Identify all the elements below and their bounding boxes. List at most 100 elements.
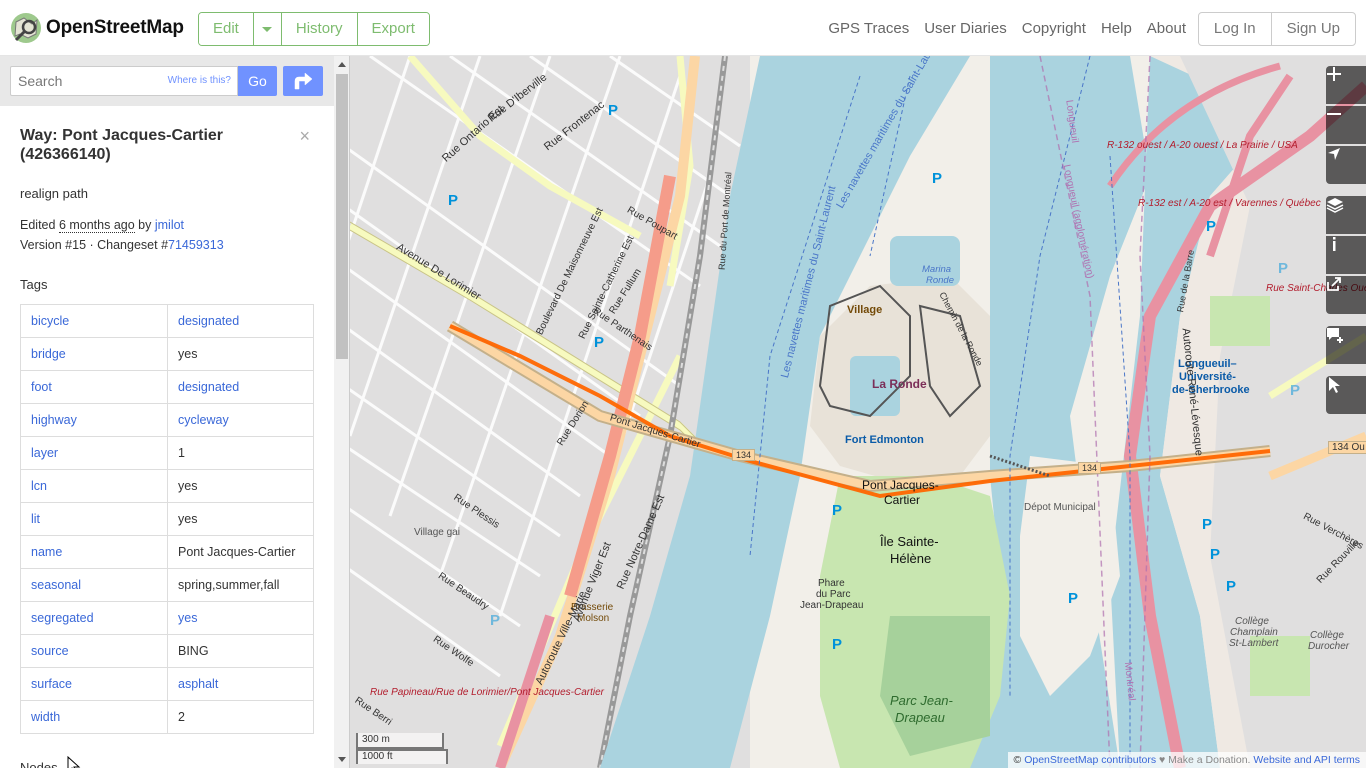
map-view[interactable]: Village La Ronde Fort Edmonton Pont Jacq… [350,56,1366,768]
map-label-college: Collège [1235,616,1269,627]
user-link[interactable]: jmilot [155,218,184,232]
map-label-phare2: du Parc [816,589,851,600]
tag-key[interactable]: bicycle [20,304,168,338]
nav-gps-traces[interactable]: GPS Traces [828,20,909,37]
go-button[interactable]: Go [238,66,277,96]
zoom-in-button[interactable] [1326,66,1366,104]
sidebar: Where is this? Go Way: Pont Jacques-Cart… [0,56,350,768]
auth-buttons: Log In Sign Up [1197,12,1356,46]
tag-row: layer 1 [20,436,314,470]
zoom-out-button[interactable] [1326,106,1366,144]
locate-icon [1328,148,1340,160]
search-field: Where is this? [10,66,238,96]
nav-about[interactable]: About [1147,20,1186,37]
history-button[interactable]: History [281,13,358,45]
edited-ago: 6 months ago [58,218,135,233]
edit-dropdown-button[interactable] [253,13,282,45]
directions-icon [294,72,313,90]
mouse-cursor-icon [67,756,81,768]
tag-key[interactable]: segregated [20,601,168,635]
tag-key[interactable]: highway [20,403,168,437]
directions-button[interactable] [283,66,323,96]
scale-imperial: 1000 ft [356,749,448,764]
changeset-link[interactable]: 71459313 [168,238,224,252]
tag-value[interactable]: yes [167,601,314,635]
nav-help[interactable]: Help [1101,20,1132,37]
layers-button[interactable] [1326,196,1366,234]
parking-icon: P [1206,218,1217,235]
tag-row: lcn yes [20,469,314,503]
scroll-up-icon[interactable] [338,62,346,67]
top-header: OpenStreetMap Edit History Export GPS Tr… [0,0,1366,56]
map-key-button[interactable] [1326,236,1366,274]
info-icon [1333,237,1336,251]
map-label-rue-papineau: Rue Papineau/Rue de Lorimier/Pont Jacque… [370,687,605,698]
share-button[interactable] [1326,276,1366,314]
tag-value[interactable]: designated [167,304,314,338]
tag-value: yes [167,337,314,371]
terms-link[interactable]: Website and API terms [1253,754,1360,766]
map-label-phare: Phare [818,578,845,589]
tag-row: highway cycleway [20,403,314,437]
map-label-college3: St-Lambert [1229,638,1279,649]
donate-link[interactable]: ♥ Make a Donation. [1159,754,1250,766]
scale-metric: 300 m [356,733,444,749]
tag-row: segregated yes [20,601,314,635]
tags-heading: Tags [20,277,48,292]
login-button[interactable]: Log In [1199,13,1272,45]
tag-key[interactable]: lit [20,502,168,536]
tag-key[interactable]: source [20,634,168,668]
logo-link[interactable]: OpenStreetMap [10,12,184,44]
tag-value: yes [167,502,314,536]
attribution-prefix: © [1013,754,1025,766]
tag-key[interactable]: width [20,700,168,734]
search-input[interactable] [11,67,161,95]
nodes-heading: Nodes [20,760,58,768]
tag-value: yes [167,469,314,503]
osm-contributors-link[interactable]: OpenStreetMap contributors [1024,754,1156,766]
scroll-down-icon[interactable] [338,757,346,762]
export-button[interactable]: Export [357,13,429,45]
feature-title: Way: Pont Jacques-Cartier (426366140) [20,127,224,163]
tag-value: spring,summer,fall [167,568,314,602]
tag-key[interactable]: layer [20,436,168,470]
edited-prefix: Edited [20,218,56,232]
tag-key[interactable]: foot [20,370,168,404]
locate-button[interactable] [1326,146,1366,184]
tag-row: name Pont Jacques-Cartier [20,535,314,569]
edit-button-group: Edit History Export [198,12,430,46]
where-is-this-link[interactable]: Where is this? [168,75,231,86]
map-label-college2: Champlain [1230,627,1278,638]
map-label-phare3: Jean-Drapeau [800,600,864,611]
nav-user-diaries[interactable]: User Diaries [924,20,1007,37]
parking-icon: P [1290,382,1301,399]
cursor-query-icon [1329,377,1340,393]
sidebar-scrollbar[interactable] [334,56,349,768]
tag-row: lit yes [20,502,314,536]
tag-key[interactable]: surface [20,667,168,701]
tag-key[interactable]: lcn [20,469,168,503]
tag-key[interactable]: seasonal [20,568,168,602]
tag-value[interactable]: asphalt [167,667,314,701]
signup-button[interactable]: Sign Up [1272,13,1355,45]
close-icon[interactable]: × [299,126,310,147]
map-label-marina2: Ronde [926,275,954,286]
query-features-button[interactable] [1326,376,1366,414]
map-label-pont-jc2: Cartier [884,493,921,507]
changeset-comment: realign path [20,186,88,201]
attribution: © OpenStreetMap contributors ♥ Make a Do… [1007,752,1366,768]
parking-icon: P [1202,516,1213,533]
add-note-button[interactable] [1326,326,1366,364]
tag-key[interactable]: bridge [20,337,168,371]
map-label-village-gai: Village gai [414,527,460,538]
parking-icon: P [594,334,605,351]
scrollbar-thumb[interactable] [336,74,348,359]
tag-value[interactable]: designated [167,370,314,404]
top-nav: GPS Traces User Diaries Copyright Help A… [813,20,1186,37]
nav-copyright[interactable]: Copyright [1022,20,1086,37]
tag-value[interactable]: cycleway [167,403,314,437]
map-label-r132-est: R-132 est / A-20 est / Varennes / Québec [1138,198,1321,209]
tag-key[interactable]: name [20,535,168,569]
edit-button[interactable]: Edit [199,13,254,45]
plus-icon [1327,67,1341,81]
